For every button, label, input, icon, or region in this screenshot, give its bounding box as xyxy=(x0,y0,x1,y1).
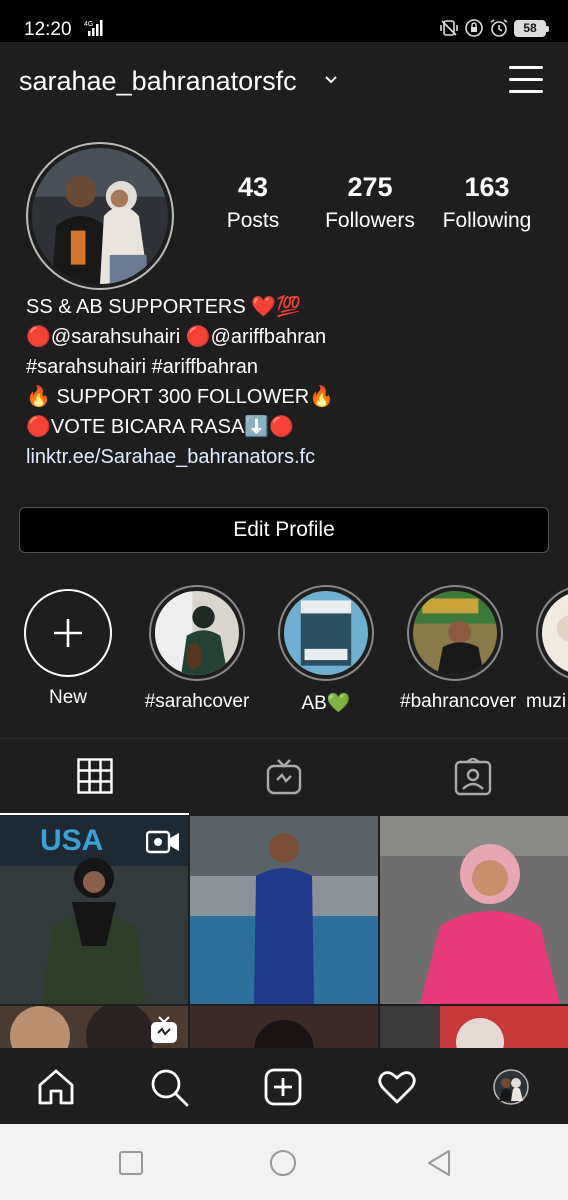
bio: SS & AB SUPPORTERS ❤️💯 🔴@sarahsuhairi 🔴@… xyxy=(26,292,546,472)
alarm-icon xyxy=(490,19,508,37)
battery-icon: 58 xyxy=(514,19,549,37)
vibrate-icon xyxy=(440,20,458,36)
home-button[interactable] xyxy=(268,1148,298,1178)
igtv-badge-icon xyxy=(151,1016,177,1043)
search-icon[interactable] xyxy=(148,1066,190,1108)
highlight-sarahcover[interactable]: #sarahcover xyxy=(142,585,252,713)
followers-stat[interactable]: 275 Followers xyxy=(310,172,430,233)
tab-tagged[interactable] xyxy=(378,739,567,815)
status-time: 12:20 xyxy=(24,19,72,40)
plus-icon xyxy=(54,619,82,647)
highlight-cover xyxy=(155,591,239,675)
bio-line: 🔴VOTE BICARA RASA⬇️🔴 xyxy=(26,416,295,438)
posts-label: Posts xyxy=(226,209,280,232)
grid-icon xyxy=(76,758,113,794)
bio-link[interactable]: linktr.ee/Sarahae_bahranators.fc xyxy=(26,442,546,472)
highlight-label: muzi xyxy=(526,691,567,712)
highlight-label: New xyxy=(48,687,87,708)
highlight-label: #sarahcover xyxy=(144,691,250,712)
rotation-lock-icon xyxy=(465,19,483,37)
igtv-icon xyxy=(266,759,301,795)
heart-icon[interactable] xyxy=(376,1066,418,1108)
profile-avatar[interactable] xyxy=(26,142,174,290)
following-label: Following xyxy=(442,209,532,232)
edit-profile-button[interactable]: Edit Profile xyxy=(19,507,549,553)
tagged-icon xyxy=(454,758,491,796)
menu-icon[interactable] xyxy=(509,64,543,96)
highlight-muzi[interactable]: muzi xyxy=(526,585,568,713)
bottom-nav xyxy=(0,1048,568,1124)
profile-tabs xyxy=(0,738,568,815)
username[interactable]: sarahae_bahranatorsfc xyxy=(19,66,297,97)
tab-igtv[interactable] xyxy=(189,739,378,815)
highlight-bahrancover[interactable]: #bahrancover xyxy=(400,585,517,713)
back-button[interactable] xyxy=(424,1148,454,1178)
recents-button[interactable] xyxy=(116,1148,146,1178)
tab-grid[interactable] xyxy=(0,739,189,815)
highlight-cover xyxy=(542,591,568,675)
highlight-label: #bahrancover xyxy=(400,691,517,712)
new-highlight-button[interactable] xyxy=(24,589,112,677)
highlight-label: AB💚 xyxy=(301,693,351,714)
posts-count: 43 xyxy=(237,172,269,202)
following-count: 163 xyxy=(464,172,510,202)
highlight-new[interactable]: New xyxy=(13,585,123,709)
add-post-icon[interactable] xyxy=(262,1066,304,1108)
bio-line: #sarahsuhairi #ariffbahran xyxy=(26,356,259,378)
network-label: 4G xyxy=(84,21,93,28)
post-thumbnail[interactable] xyxy=(380,816,568,1004)
post-thumbnail[interactable] xyxy=(190,816,378,1004)
bio-line: SS & AB SUPPORTERS ❤️💯 xyxy=(26,296,302,318)
following-stat[interactable]: 163 Following xyxy=(427,172,547,233)
profile-photo xyxy=(32,148,168,284)
posts-stat[interactable]: 43 Posts xyxy=(193,172,313,233)
video-icon xyxy=(146,830,179,854)
signal-4g-icon: 4G xyxy=(84,20,103,36)
highlight-cover xyxy=(284,591,368,675)
highlight-ab[interactable]: AB💚 xyxy=(271,585,381,715)
profile-avatar[interactable] xyxy=(490,1066,532,1108)
chevron-down-icon[interactable] xyxy=(323,72,339,88)
bio-line: 🔥 SUPPORT 300 FOLLOWER🔥 xyxy=(26,386,335,408)
svg-text:USA: USA xyxy=(40,824,103,857)
status-bar: 12:20 4G 58 xyxy=(0,0,568,42)
header: sarahae_bahranatorsfc xyxy=(0,42,568,120)
profile-screen: sarahae_bahranatorsfc 43 Posts 275 Follo… xyxy=(0,42,568,1124)
post-thumbnail[interactable]: USA xyxy=(0,816,188,1004)
system-nav-bar xyxy=(0,1124,568,1200)
home-icon[interactable] xyxy=(35,1066,77,1108)
highlight-cover xyxy=(413,591,497,675)
followers-label: Followers xyxy=(325,209,415,232)
bio-line: 🔴@sarahsuhairi 🔴@ariffbahran xyxy=(26,326,327,348)
followers-count: 275 xyxy=(347,172,393,202)
